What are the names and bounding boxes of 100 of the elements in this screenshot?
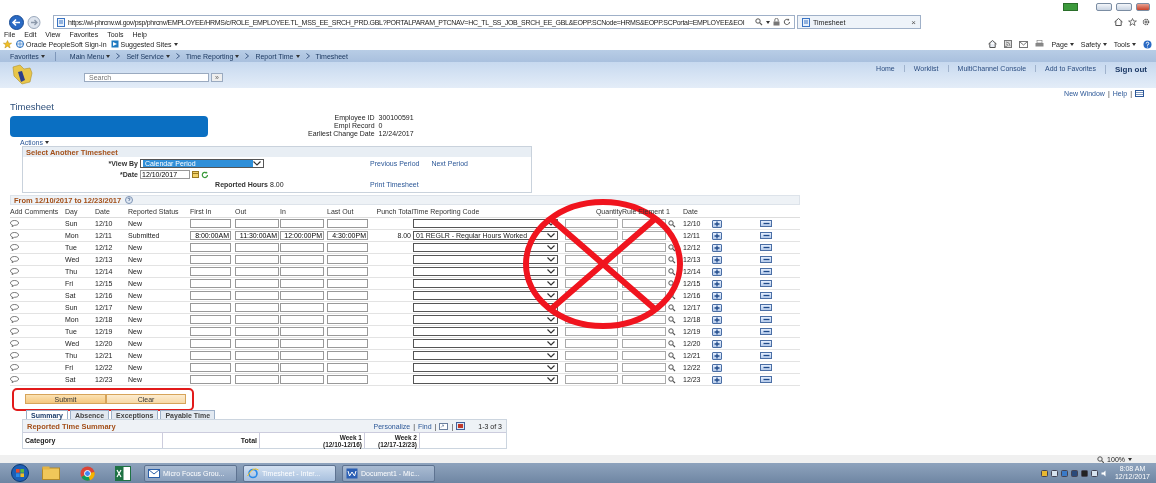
time-field[interactable] xyxy=(235,315,279,324)
time-field[interactable] xyxy=(190,315,231,324)
time-field[interactable] xyxy=(235,363,279,372)
grid-icon[interactable] xyxy=(1135,89,1144,97)
time-field[interactable] xyxy=(190,339,231,348)
rule-field[interactable] xyxy=(622,327,666,336)
time-field[interactable] xyxy=(235,279,279,288)
time-field[interactable] xyxy=(327,303,368,312)
time-field[interactable] xyxy=(327,351,368,360)
zoom-icon[interactable] xyxy=(439,422,449,430)
browser-icon[interactable] xyxy=(79,465,95,481)
add-row-button[interactable] xyxy=(712,303,722,312)
time-field[interactable] xyxy=(327,279,368,288)
delete-row-button[interactable] xyxy=(760,268,772,275)
quantity-field[interactable] xyxy=(565,291,618,300)
delete-row-button[interactable] xyxy=(760,280,772,287)
search-icon[interactable] xyxy=(668,351,676,360)
time-field[interactable] xyxy=(280,243,324,252)
time-field[interactable] xyxy=(190,303,231,312)
search-icon[interactable] xyxy=(668,267,676,276)
time-field[interactable] xyxy=(280,375,324,384)
add-row-button[interactable] xyxy=(712,279,722,288)
code-dropdown[interactable] xyxy=(413,351,558,360)
add-row-button[interactable] xyxy=(712,219,722,228)
time-field[interactable] xyxy=(235,339,279,348)
rule-field[interactable] xyxy=(622,375,666,384)
rule-field[interactable] xyxy=(622,351,666,360)
search-icon[interactable] xyxy=(668,339,676,348)
search-icon[interactable] xyxy=(668,327,676,336)
delete-row-button[interactable] xyxy=(760,304,772,311)
add-row-button[interactable] xyxy=(712,231,722,240)
search-icon[interactable] xyxy=(668,315,676,324)
add-row-button[interactable] xyxy=(712,363,722,372)
home-icon[interactable] xyxy=(1114,18,1123,26)
folder-icon[interactable] xyxy=(42,466,60,480)
quantity-field[interactable] xyxy=(565,255,618,264)
delete-row-button[interactable] xyxy=(760,352,772,359)
back-button[interactable] xyxy=(8,14,25,30)
quantity-field[interactable] xyxy=(565,231,618,240)
delete-row-button[interactable] xyxy=(760,328,772,335)
search-icon[interactable] xyxy=(668,363,676,372)
time-field[interactable] xyxy=(190,255,231,264)
delete-row-button[interactable] xyxy=(760,340,772,347)
help-icon[interactable] xyxy=(1143,39,1152,49)
code-dropdown[interactable] xyxy=(413,243,558,252)
maximize-button[interactable] xyxy=(1116,3,1132,11)
time-field[interactable] xyxy=(280,327,324,336)
search-icon[interactable] xyxy=(755,18,763,26)
time-field[interactable] xyxy=(190,279,231,288)
rule-field[interactable] xyxy=(622,255,666,264)
time-field[interactable] xyxy=(235,267,279,276)
add-row-button[interactable] xyxy=(712,315,722,324)
help-icon[interactable] xyxy=(125,196,134,204)
time-field[interactable] xyxy=(280,255,324,264)
zoom-icon[interactable] xyxy=(1097,455,1105,463)
quantity-field[interactable] xyxy=(565,363,618,372)
search-icon[interactable] xyxy=(668,375,676,384)
time-field[interactable] xyxy=(190,291,231,300)
time-field[interactable] xyxy=(327,327,368,336)
rule-field[interactable] xyxy=(622,291,666,300)
delete-row-button[interactable] xyxy=(760,220,772,227)
rule-field[interactable] xyxy=(622,231,666,240)
quantity-field[interactable] xyxy=(565,339,618,348)
quantity-field[interactable] xyxy=(565,267,618,276)
refresh-icon[interactable] xyxy=(783,18,791,26)
forward-button[interactable] xyxy=(27,15,41,29)
add-row-button[interactable] xyxy=(712,375,722,384)
rule-field[interactable] xyxy=(622,303,666,312)
add-row-button[interactable] xyxy=(712,255,722,264)
code-dropdown[interactable] xyxy=(413,219,558,228)
time-field[interactable] xyxy=(235,303,279,312)
time-field[interactable] xyxy=(235,327,279,336)
time-field[interactable] xyxy=(327,339,368,348)
time-field[interactable] xyxy=(280,363,324,372)
time-field[interactable] xyxy=(280,351,324,360)
time-field[interactable] xyxy=(190,267,231,276)
time-field[interactable] xyxy=(235,375,279,384)
time-field[interactable] xyxy=(235,291,279,300)
time-field[interactable] xyxy=(190,219,231,228)
feed-icon[interactable] xyxy=(1004,40,1013,48)
time-field[interactable] xyxy=(235,219,279,228)
add-row-button[interactable] xyxy=(712,291,722,300)
search-icon[interactable] xyxy=(668,219,676,228)
rule-field[interactable] xyxy=(622,279,666,288)
mail-icon[interactable] xyxy=(1019,40,1029,48)
time-field[interactable] xyxy=(235,243,279,252)
settings-icon[interactable] xyxy=(1142,18,1150,26)
tab-close-button[interactable]: × xyxy=(911,17,916,27)
code-dropdown[interactable] xyxy=(413,327,558,336)
time-field[interactable] xyxy=(235,255,279,264)
printer-icon[interactable] xyxy=(1035,40,1045,48)
speaker-icon[interactable] xyxy=(1100,469,1108,477)
time-field[interactable] xyxy=(327,363,368,372)
star-icon[interactable] xyxy=(1128,18,1137,26)
code-dropdown[interactable] xyxy=(413,375,558,384)
rule-field[interactable] xyxy=(622,315,666,324)
spreadsheet-icon[interactable] xyxy=(115,465,131,481)
quantity-field[interactable] xyxy=(565,303,618,312)
star-icon[interactable] xyxy=(3,39,12,49)
time-field[interactable] xyxy=(327,375,368,384)
